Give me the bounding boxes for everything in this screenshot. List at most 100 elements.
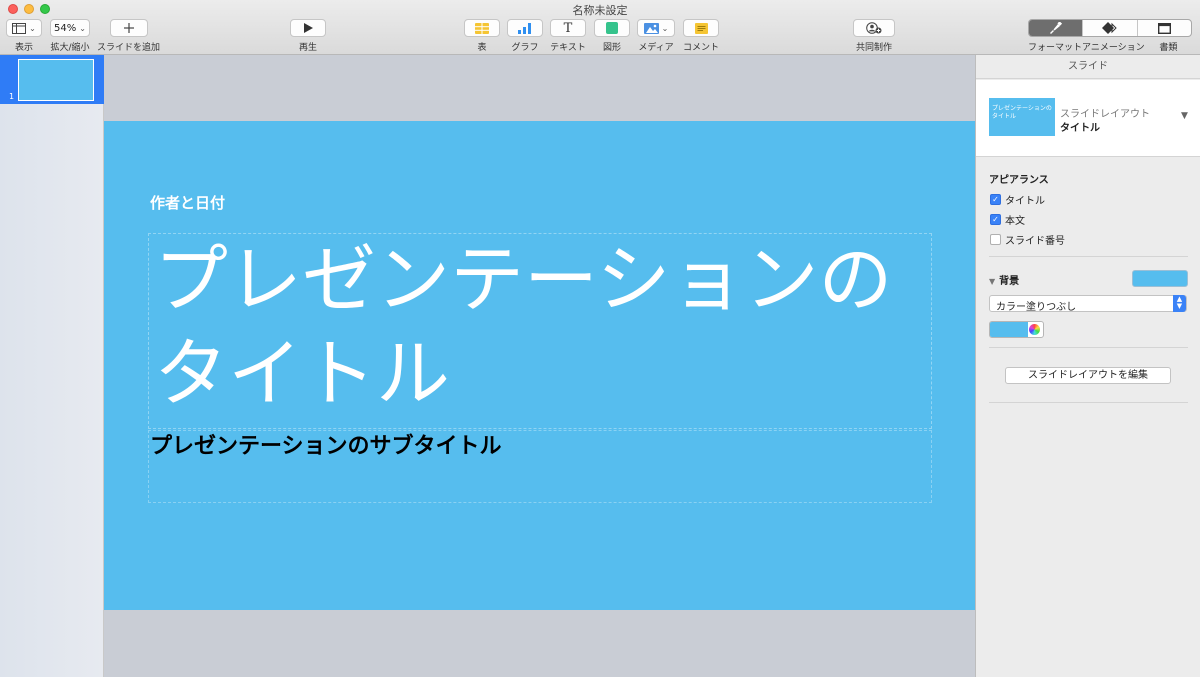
zoom-label: 拡大/縮小 bbox=[50, 43, 90, 53]
inspector-tabs bbox=[1028, 19, 1192, 37]
diamond-icon bbox=[1102, 22, 1118, 34]
title-checkbox[interactable]: ✓ bbox=[990, 194, 1001, 205]
shape-label: 図形 bbox=[602, 43, 621, 53]
collaborate-control: 共同制作 bbox=[853, 19, 895, 53]
add-slide-label: スライドを追加 bbox=[97, 43, 161, 53]
background-color-swatch[interactable] bbox=[1132, 270, 1188, 287]
tab-animate[interactable] bbox=[1083, 20, 1138, 36]
tab-document-label: 書類 bbox=[1159, 43, 1178, 53]
triangle-down-icon[interactable]: ▼ bbox=[1181, 111, 1188, 121]
title-checkbox-row[interactable]: ✓ タイトル bbox=[990, 192, 1045, 207]
add-slide-control: スライドを追加 bbox=[97, 19, 160, 53]
body-checkbox-row[interactable]: ✓ 本文 bbox=[990, 212, 1025, 227]
document-icon bbox=[1157, 22, 1171, 34]
view-label: 表示 bbox=[14, 43, 33, 53]
color-well[interactable] bbox=[989, 321, 1044, 338]
chart-control: グラフ bbox=[507, 19, 543, 53]
comment-label: コメント bbox=[683, 43, 720, 53]
tab-animate-label: アニメーション bbox=[1082, 43, 1145, 53]
play-icon bbox=[303, 23, 313, 33]
slide-thumbnail-selected[interactable]: 1 bbox=[0, 55, 104, 104]
slide-number-checkbox-label: スライド番号 bbox=[1005, 236, 1065, 247]
slide-number-checkbox-row[interactable]: スライド番号 bbox=[990, 232, 1065, 247]
zoom-control: 54% ⌄ 拡大/縮小 bbox=[50, 19, 90, 53]
slide-number: 1 bbox=[9, 92, 15, 101]
shape-button[interactable] bbox=[594, 19, 630, 37]
chevron-down-icon: ⌄ bbox=[79, 23, 86, 33]
shape-icon bbox=[606, 22, 618, 34]
text-label: テキスト bbox=[550, 43, 586, 53]
title-checkbox-label: タイトル bbox=[1005, 196, 1045, 207]
color-well-swatch[interactable] bbox=[990, 322, 1028, 337]
body-checkbox-label: 本文 bbox=[1005, 216, 1025, 227]
comment-control: コメント bbox=[683, 19, 719, 53]
inspector-header: スライド bbox=[976, 55, 1200, 79]
play-button[interactable] bbox=[290, 19, 326, 37]
table-icon bbox=[475, 22, 489, 34]
slide-subtitle[interactable]: プレゼンテーションのサブタイトル bbox=[150, 428, 502, 460]
tab-format[interactable] bbox=[1029, 20, 1084, 36]
add-person-icon bbox=[866, 22, 882, 34]
table-button[interactable] bbox=[464, 19, 500, 37]
text-button[interactable]: T bbox=[550, 19, 586, 37]
comment-button[interactable] bbox=[683, 19, 719, 37]
slide-title[interactable]: プレゼンテーションのタイトル bbox=[154, 233, 934, 421]
slide-thumbnail[interactable] bbox=[18, 59, 94, 101]
toolbar: 名称未設定 ⌄ 表示 54% ⌄ 拡大/縮小 スライドを追加 再生 表 グラフ … bbox=[0, 0, 1200, 55]
chevron-down-icon: ⌄ bbox=[661, 23, 669, 33]
chevron-down-icon: ⌄ bbox=[29, 23, 36, 33]
view-button[interactable]: ⌄ bbox=[6, 19, 42, 37]
tab-format-label: フォーマット bbox=[1028, 43, 1083, 53]
play-label: 再生 bbox=[298, 43, 317, 53]
slide-layout-picker[interactable]: プレゼンテーションのタイトル スライドレイアウト タイトル ▼ bbox=[976, 80, 1200, 157]
layout-name: タイトル bbox=[1060, 123, 1100, 134]
body-checkbox[interactable]: ✓ bbox=[990, 214, 1001, 225]
author-date-text[interactable]: 作者と日付 bbox=[150, 192, 225, 213]
text-control: T テキスト bbox=[550, 19, 586, 53]
slide-number-checkbox[interactable] bbox=[990, 234, 1001, 245]
collaborate-label: 共同制作 bbox=[855, 43, 892, 53]
updown-arrows-icon: ▲ ▼ bbox=[1173, 295, 1186, 312]
background-heading[interactable]: ▼ 背景 bbox=[989, 272, 1019, 287]
table-control: 表 bbox=[464, 19, 500, 53]
bar-chart-icon bbox=[518, 22, 531, 34]
slide-navigator: 1 bbox=[0, 55, 104, 677]
media-button[interactable]: ⌄ bbox=[637, 19, 675, 37]
play-control: 再生 bbox=[290, 19, 326, 53]
zoom-select[interactable]: 54% ⌄ bbox=[50, 19, 90, 37]
tab-document[interactable] bbox=[1138, 20, 1191, 36]
view-control: ⌄ 表示 bbox=[6, 19, 42, 53]
slide-canvas: 作者と日付 プレゼンテーションのタイトル プレゼンテーションのサブタイトル bbox=[104, 55, 975, 677]
sidebar-layout-icon bbox=[12, 22, 27, 34]
add-slide-button[interactable] bbox=[109, 19, 148, 37]
format-inspector: スライド プレゼンテーションのタイトル スライドレイアウト タイトル ▼ アピア… bbox=[975, 55, 1200, 677]
fill-type-value: カラー塗りつぶし bbox=[996, 302, 1077, 313]
edit-slide-layout-button[interactable]: スライドレイアウトを編集 bbox=[1005, 367, 1171, 384]
inspector-tab-labels: フォーマット アニメーション 書類 bbox=[1028, 40, 1192, 53]
layout-thumbnail: プレゼンテーションのタイトル bbox=[989, 98, 1055, 136]
media-control: ⌄ メディア bbox=[637, 19, 675, 53]
table-label: 表 bbox=[477, 43, 487, 53]
slide[interactable]: 作者と日付 プレゼンテーションのタイトル プレゼンテーションのサブタイトル bbox=[104, 121, 975, 610]
shape-control: 図形 bbox=[594, 19, 630, 53]
appearance-heading: アピアランス bbox=[989, 175, 1049, 186]
zoom-value: 54% bbox=[54, 22, 77, 34]
text-icon: T bbox=[563, 20, 573, 36]
comment-icon bbox=[694, 22, 708, 34]
disclosure-triangle-icon[interactable]: ▼ bbox=[989, 277, 995, 286]
window-title: 名称未設定 bbox=[572, 4, 628, 17]
collaborate-button[interactable] bbox=[853, 19, 895, 37]
chart-button[interactable] bbox=[507, 19, 543, 37]
media-label: メディア bbox=[638, 43, 674, 53]
plus-icon bbox=[123, 23, 134, 33]
fill-type-select[interactable]: カラー塗りつぶし ▲ ▼ bbox=[989, 295, 1187, 313]
divider bbox=[989, 347, 1188, 348]
chart-label: グラフ bbox=[511, 43, 539, 53]
paintbrush-icon bbox=[1050, 22, 1063, 34]
divider bbox=[989, 402, 1188, 403]
divider bbox=[989, 256, 1188, 257]
layout-caption: スライドレイアウト bbox=[1060, 109, 1150, 120]
color-wheel-icon[interactable] bbox=[1029, 324, 1040, 335]
image-icon bbox=[643, 22, 659, 34]
background-heading-label: 背景 bbox=[999, 276, 1020, 287]
